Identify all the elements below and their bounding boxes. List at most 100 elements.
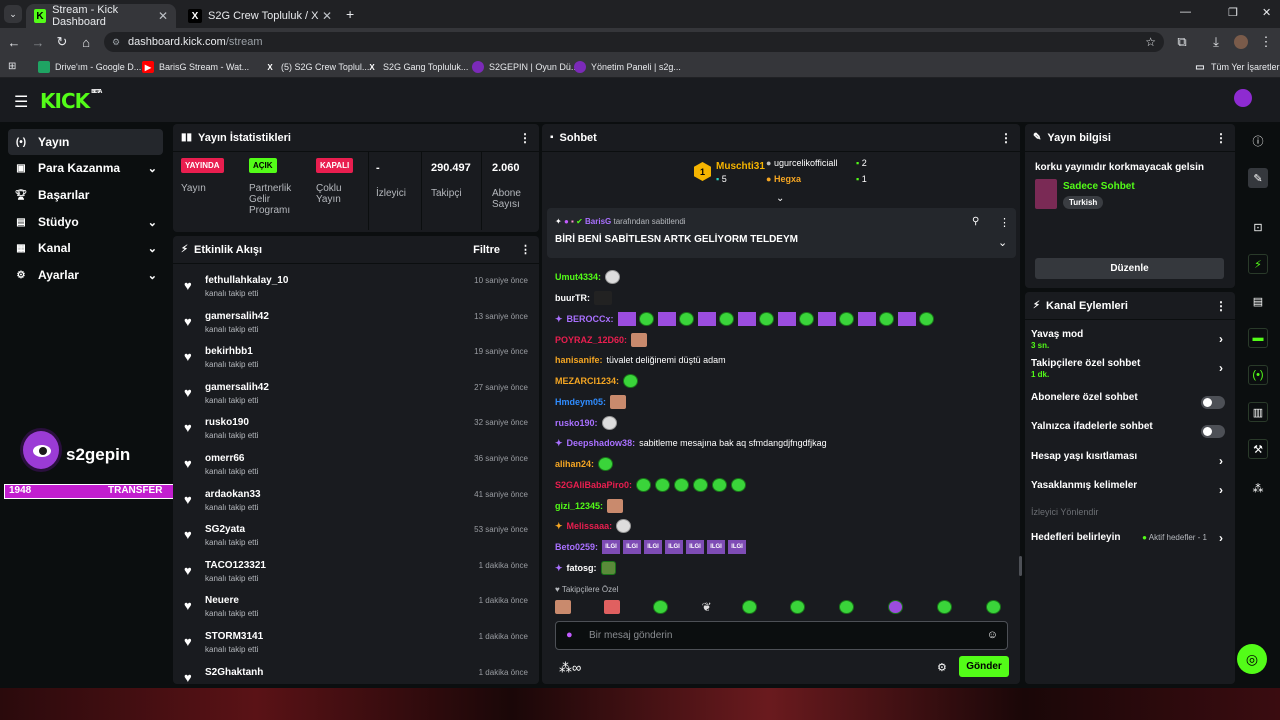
emote-icon[interactable] [603, 600, 620, 614]
activity-username[interactable]: STORM3141 [205, 631, 263, 642]
kick-logo[interactable]: KICK BETA [40, 89, 102, 113]
chat-username[interactable]: POYRAZ_12D60: [555, 335, 627, 345]
chat-username[interactable]: Hmdeym05: [555, 397, 606, 407]
sidebar-item-studyo[interactable]: ▤ Stüdyo ⌄ [8, 209, 163, 235]
site-info-icon[interactable]: ⚙ [112, 37, 120, 48]
chat-username[interactable]: gizi_12345: [555, 501, 603, 511]
expand-leaderboard-icon[interactable]: ⌄ [776, 193, 784, 204]
close-tab-icon[interactable]: ✕ [322, 9, 332, 23]
emote-icon[interactable] [741, 600, 757, 614]
hamburger-menu-icon[interactable]: ☰ [14, 92, 28, 112]
home-icon[interactable]: ⌂ [78, 34, 94, 50]
channel-action-item[interactable]: Takipçilere özel sohbet 1 dk. › [1031, 358, 1227, 384]
extensions-icon[interactable]: ⧉ [1174, 34, 1190, 50]
toggle-switch[interactable] [1201, 396, 1225, 409]
minimize-icon[interactable]: — [1180, 6, 1191, 18]
more-options-icon[interactable]: ⋮ [999, 216, 1010, 229]
info-icon[interactable]: ⓘ [1248, 131, 1268, 151]
chat-username[interactable]: Umut4334: [555, 272, 601, 282]
sidebar-item-ayarlar[interactable]: ⚙ Ayarlar ⌄ [8, 262, 163, 288]
bookmark-x-crew[interactable]: X (5) S2G Crew Toplul... [264, 59, 369, 75]
close-window-icon[interactable]: ✕ [1262, 6, 1271, 19]
emote-icon[interactable] [985, 600, 1001, 614]
activity-username[interactable]: SG2yata [205, 524, 245, 535]
support-headset-icon[interactable]: ◎ [1237, 644, 1267, 674]
activity-username[interactable]: Neuere [205, 595, 239, 606]
browser-tab-kick[interactable]: K Stream - Kick Dashboard ✕ [26, 4, 176, 28]
more-options-icon[interactable]: ⋮ [520, 243, 531, 256]
chat-username[interactable]: buurTR: [555, 293, 590, 303]
chat-tools-icon[interactable]: ⁂∞ [559, 660, 581, 676]
community-icon[interactable]: ⁂ [1248, 478, 1268, 498]
bookmark-star-icon[interactable]: ☆ [1145, 35, 1156, 49]
send-button[interactable]: Gönder [959, 656, 1009, 677]
activity-username[interactable]: rusko190 [205, 417, 249, 428]
unpin-icon[interactable]: ⚲ [972, 216, 979, 227]
bookmark-drive[interactable]: Drive'ım - Google D... [38, 59, 141, 75]
channel-action-item[interactable]: Abonelere özel sohbet [1031, 392, 1227, 418]
chat-username[interactable]: Melissaaa: [567, 521, 613, 531]
sidebar-item-yayin[interactable]: (•) Yayın [8, 129, 163, 155]
back-icon[interactable]: ← [6, 34, 22, 50]
more-options-icon[interactable]: ⋮ [1000, 131, 1012, 145]
new-tab-icon[interactable]: + [346, 6, 354, 22]
activity-username[interactable]: bekirhbb1 [205, 346, 253, 357]
forward-icon[interactable]: → [30, 34, 46, 50]
chat-username[interactable]: BEROCCx: [567, 314, 614, 324]
apps-grid-icon[interactable]: ⊞ [8, 61, 16, 72]
chat-username[interactable]: S2GAliBabaPiro0: [555, 480, 632, 490]
bookmark-x-gang[interactable]: X S2G Gang Topluluk... [366, 59, 468, 75]
broadcast-toggle-icon[interactable]: (•) [1248, 365, 1268, 385]
bookmark-youtube[interactable]: ▶ BarisG Stream - Wat... [142, 59, 249, 75]
leader-third[interactable]: ● Hegxa [766, 174, 801, 184]
notes-icon[interactable]: ▤ [1248, 291, 1268, 311]
chat-settings-icon[interactable]: ⚙ [937, 661, 947, 674]
chevron-down-icon[interactable]: ⌄ [998, 236, 1007, 249]
activity-username[interactable]: TACO123321 [205, 560, 266, 571]
browser-tab-x[interactable]: X S2G Crew Topluluk / X ✕ [180, 4, 340, 28]
reload-icon[interactable]: ↻ [54, 34, 70, 50]
activity-username[interactable]: S2Ghaktanh [205, 667, 263, 678]
bookmark-admin[interactable]: Yönetim Paneli | s2g... [574, 59, 681, 75]
user-avatar[interactable] [1234, 89, 1252, 107]
chat-username[interactable]: alihan24: [555, 459, 594, 469]
pencil-icon[interactable]: ✎ [1248, 168, 1268, 188]
download-icon[interactable]: ⤓ [1208, 34, 1224, 50]
emote-icon[interactable] [937, 600, 953, 614]
emote-icon[interactable]: ❦ [702, 600, 712, 616]
chat-username[interactable]: rusko190: [555, 418, 598, 428]
chat-username[interactable]: Beto0259: [555, 542, 598, 552]
address-bar[interactable]: ⚙ dashboard.kick.com/stream ☆ [104, 32, 1164, 52]
more-options-icon[interactable]: ⋮ [1215, 131, 1227, 145]
tab-search-icon[interactable]: ⌄ [4, 5, 22, 23]
screenshot-icon[interactable]: ⊡ [1248, 217, 1268, 237]
all-bookmarks-folder[interactable]: ▭ Tüm Yer İşaretleri [1194, 59, 1280, 75]
emote-icon[interactable] [652, 600, 668, 614]
close-tab-icon[interactable]: ✕ [158, 9, 168, 23]
goals-action[interactable]: Hedefleri belirleyin ● Aktif hedefler - … [1031, 531, 1227, 558]
channel-action-item[interactable]: Yalnızca ifadelerle sohbet [1031, 421, 1227, 447]
mic-icon[interactable]: ● [566, 629, 573, 641]
layout-icon[interactable]: ▥ [1248, 402, 1268, 422]
channel-action-item[interactable]: Hesap yaşı kısıtlaması › [1031, 451, 1227, 477]
chat-input[interactable]: ● Bir mesaj gönderin ☺ [555, 621, 1008, 650]
emote-icon[interactable] [839, 600, 855, 614]
sidebar-item-kanal[interactable]: ▦ Kanal ⌄ [8, 235, 163, 261]
activity-username[interactable]: gamersalih42 [205, 311, 269, 322]
activity-username[interactable]: omerr66 [205, 453, 244, 464]
channel-action-item[interactable]: Yasaklanmış kelimeler › [1031, 480, 1227, 506]
browser-menu-icon[interactable]: ⋮ [1258, 34, 1274, 50]
quick-action-icon[interactable]: ⚡︎ [1248, 254, 1268, 274]
profile-avatar[interactable] [1234, 35, 1248, 49]
leader-second[interactable]: ● ugurcelikofficiall [766, 158, 837, 168]
edit-button[interactable]: Düzenle [1035, 258, 1224, 279]
chat-username[interactable]: MEZARCI1234: [555, 376, 619, 386]
leader-first-name[interactable]: Muschti31 [716, 161, 765, 172]
chat-scrollbar[interactable] [1019, 556, 1022, 576]
activity-username[interactable]: gamersalih42 [205, 382, 269, 393]
chat-username[interactable]: Deepshadow38: [567, 438, 636, 448]
sidebar-item-para-kazanma[interactable]: ▣ Para Kazanma ⌄ [8, 155, 163, 181]
chat-username[interactable]: hanisanife: [555, 355, 603, 365]
emote-icon[interactable] [888, 600, 904, 614]
tools-icon[interactable]: ⚒ [1248, 439, 1268, 459]
